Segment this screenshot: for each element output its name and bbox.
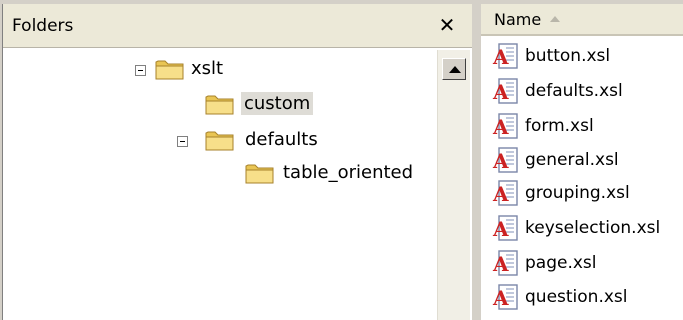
folders-pane: Folders ✕ xslt custom defaults table_ori… [2,4,472,320]
folder-icon [205,92,235,116]
tree-node-table-oriented[interactable]: table_oriented [245,161,435,191]
folder-icon [245,161,275,185]
folder-icon [155,57,185,81]
file-item[interactable]: button.xsl [492,42,682,72]
tree-node-defaults[interactable]: defaults [177,128,347,158]
tree-node-label-selected: custom [241,92,314,115]
xsl-file-icon [492,214,520,242]
file-name: form.xsl [525,116,594,136]
xsl-file-icon [492,249,520,277]
file-name: defaults.xsl [525,81,623,101]
file-name: button.xsl [525,46,611,66]
name-column-label: Name [494,10,542,29]
vertical-scrollbar[interactable] [437,50,470,320]
file-name: question.xsl [525,287,628,307]
xsl-file-icon [492,42,520,70]
file-name: keyselection.xsl [525,218,661,238]
folders-title: Folders [12,16,74,36]
file-item[interactable]: defaults.xsl [492,77,682,107]
tree-node-label: defaults [245,129,318,150]
file-item[interactable]: form.xsl [492,112,682,142]
file-item[interactable]: general.xsl [492,146,682,176]
name-column-header[interactable]: Name [481,4,683,36]
collapse-minus-icon[interactable] [135,65,146,76]
file-item[interactable]: page.xsl [492,249,682,279]
sort-ascending-icon [550,16,560,22]
tree-node-label: xslt [191,58,224,79]
close-icon[interactable]: ✕ [435,13,459,37]
xsl-file-icon [492,112,520,140]
scroll-up-button[interactable] [442,58,466,80]
folders-header: Folders ✕ [3,4,472,48]
scroll-up-arrow-icon [449,66,461,73]
collapse-minus-icon[interactable] [177,136,188,147]
tree-node-label: table_oriented [283,162,414,183]
file-name: general.xsl [525,150,619,170]
folder-icon [205,128,235,152]
tree-node-custom[interactable]: custom [205,91,335,121]
file-name: grouping.xsl [525,183,630,203]
xsl-file-icon [492,283,520,311]
file-item[interactable]: keyselection.xsl [492,214,682,244]
file-item[interactable]: grouping.xsl [492,179,682,209]
xsl-file-icon [492,77,520,105]
file-name: page.xsl [525,253,597,273]
tree-node-xslt[interactable]: xslt [135,57,255,87]
xsl-file-icon [492,146,520,174]
xsl-file-icon [492,179,520,207]
file-item[interactable]: question.xsl [492,283,682,313]
files-pane: Name button.xsl defaults.xsl form.xsl ge… [481,4,683,320]
